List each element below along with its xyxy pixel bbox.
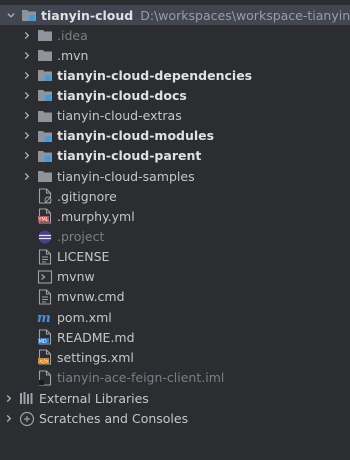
folder-label: .idea xyxy=(57,27,88,43)
gitignore-file-icon xyxy=(37,188,53,204)
folder-label: tianyin-cloud-docs xyxy=(57,87,187,103)
folder-row[interactable]: .idea xyxy=(0,25,350,45)
scratches-consoles-row[interactable]: Scratches and Consoles xyxy=(0,409,350,429)
folder-icon xyxy=(37,108,53,124)
project-path: D:\workspaces\workspace-tianyin-bas xyxy=(140,7,350,23)
svg-text:YML: YML xyxy=(38,217,49,223)
folder-row[interactable]: tianyin-cloud-parent xyxy=(0,146,350,166)
file-label: .project xyxy=(57,229,105,244)
file-label: mvnw.cmd xyxy=(57,289,125,305)
text-file-icon xyxy=(37,289,53,305)
folder-row[interactable]: tianyin-cloud-samples xyxy=(0,166,350,186)
text-file-icon xyxy=(37,249,53,265)
folder-row[interactable]: .mvn xyxy=(0,45,350,65)
iml-file-icon xyxy=(37,369,53,386)
svg-text:MD: MD xyxy=(39,339,47,345)
external-libraries-icon xyxy=(19,390,35,406)
file-label: .murphy.yml xyxy=(57,208,135,224)
yaml-file-icon: YML xyxy=(37,208,53,224)
file-label: README.md xyxy=(57,329,135,345)
project-name: tianyin-cloud xyxy=(41,7,134,23)
file-row[interactable]: mvnw.cmd xyxy=(0,287,350,307)
tree-node-label: Scratches and Consoles xyxy=(39,411,189,426)
folder-label: tianyin-cloud-samples xyxy=(57,168,195,184)
folder-icon xyxy=(37,27,53,43)
chevron-right-icon[interactable] xyxy=(5,394,13,402)
tree-node-label: External Libraries xyxy=(39,390,149,406)
file-label: LICENSE xyxy=(57,249,110,265)
file-row[interactable]: tianyin-ace-feign-client.iml xyxy=(0,368,350,388)
file-row[interactable]: m pom.xml xyxy=(0,307,350,327)
markdown-file-icon: MD xyxy=(37,329,53,345)
module-folder-icon xyxy=(37,87,53,103)
maven-pom-icon: m xyxy=(37,309,53,325)
module-folder-icon xyxy=(37,148,53,164)
tree-root-row[interactable]: tianyin-cloud D:\workspaces\workspace-ti… xyxy=(0,5,350,25)
file-row[interactable]: mvnw xyxy=(0,267,350,287)
chevron-right-icon[interactable] xyxy=(23,71,31,79)
chevron-right-icon[interactable] xyxy=(23,31,31,39)
svg-text:m: m xyxy=(37,311,51,325)
chevron-right-icon[interactable] xyxy=(23,91,31,99)
file-row[interactable]: MD README.md xyxy=(0,327,350,347)
folder-label: tianyin-cloud-extras xyxy=(57,108,182,124)
chevron-right-icon[interactable] xyxy=(23,172,31,180)
file-label: pom.xml xyxy=(57,309,112,325)
file-row[interactable]: LICENSE xyxy=(0,247,350,267)
eclipse-project-file-icon xyxy=(37,229,53,245)
chevron-right-icon[interactable] xyxy=(23,51,31,59)
file-label: settings.xml xyxy=(57,349,134,365)
chevron-right-icon[interactable] xyxy=(23,112,31,120)
folder-icon xyxy=(37,168,53,184)
file-row[interactable]: YML .murphy.yml xyxy=(0,206,350,226)
chevron-right-icon[interactable] xyxy=(5,414,13,423)
folder-label: tianyin-cloud-parent xyxy=(57,148,202,164)
file-label: tianyin-ace-feign-client.iml xyxy=(57,370,225,386)
folder-label: tianyin-cloud-modules xyxy=(57,128,215,144)
svg-text:</>: </> xyxy=(39,359,49,365)
module-folder-icon xyxy=(37,67,53,83)
shell-script-icon xyxy=(37,269,53,285)
project-folder-icon xyxy=(21,7,37,23)
file-label: .gitignore xyxy=(57,188,117,204)
chevron-right-icon[interactable] xyxy=(23,132,31,140)
folder-row[interactable]: tianyin-cloud-docs xyxy=(0,85,350,105)
file-row[interactable]: </> settings.xml xyxy=(0,347,350,367)
folder-icon xyxy=(37,47,53,63)
folder-row[interactable]: tianyin-cloud-extras xyxy=(0,106,350,126)
chevron-down-icon[interactable] xyxy=(7,11,15,19)
file-row[interactable]: .gitignore xyxy=(0,186,350,206)
module-folder-icon xyxy=(37,128,53,144)
folder-row[interactable]: tianyin-cloud-modules xyxy=(0,126,350,146)
xml-file-icon: </> xyxy=(37,349,53,365)
external-libraries-row[interactable]: External Libraries xyxy=(0,388,350,408)
file-label: mvnw xyxy=(57,269,95,285)
folder-label: .mvn xyxy=(57,47,89,63)
folder-label: tianyin-cloud-dependencies xyxy=(57,67,253,83)
folder-row[interactable]: tianyin-cloud-dependencies xyxy=(0,65,350,85)
scratches-consoles-icon xyxy=(19,411,35,427)
file-row[interactable]: .project xyxy=(0,227,350,247)
chevron-right-icon[interactable] xyxy=(23,152,31,160)
